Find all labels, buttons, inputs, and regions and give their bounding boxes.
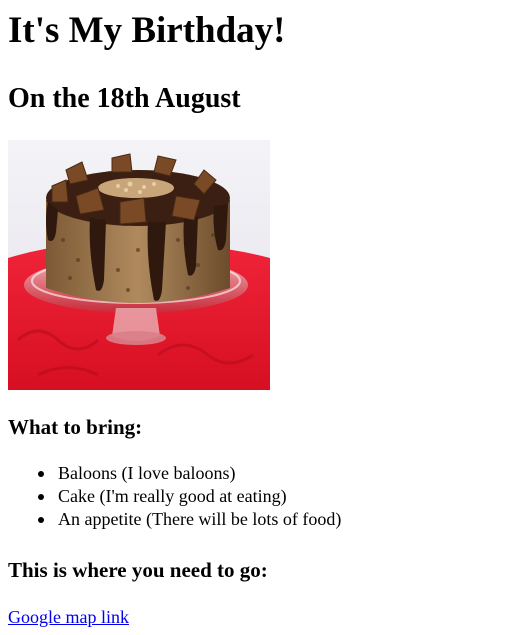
- google-map-link[interactable]: Google map link: [8, 606, 129, 629]
- list-item-text: Baloons (I love baloons): [58, 463, 236, 483]
- directions-heading: This is where you need to go:: [8, 558, 268, 582]
- bullet-icon: [38, 494, 44, 500]
- page-title: It's My Birthday!: [8, 10, 286, 51]
- page-subtitle: On the 18th August: [8, 83, 241, 114]
- list-item: Cake (I'm really good at eating): [38, 485, 341, 508]
- list-item: Baloons (I love baloons): [38, 462, 341, 485]
- bullet-icon: [38, 471, 44, 477]
- bring-list: Baloons (I love baloons) Cake (I'm reall…: [0, 462, 341, 531]
- bullet-icon: [38, 517, 44, 523]
- list-item: An appetite (There will be lots of food): [38, 508, 342, 531]
- cake-image: [8, 140, 270, 390]
- list-item-text: An appetite (There will be lots of food): [58, 509, 342, 529]
- page: It's My Birthday! On the 18th August Wha…: [0, 0, 506, 635]
- list-item-text: Cake (I'm really good at eating): [58, 486, 287, 506]
- what-to-bring-heading: What to bring:: [8, 415, 143, 439]
